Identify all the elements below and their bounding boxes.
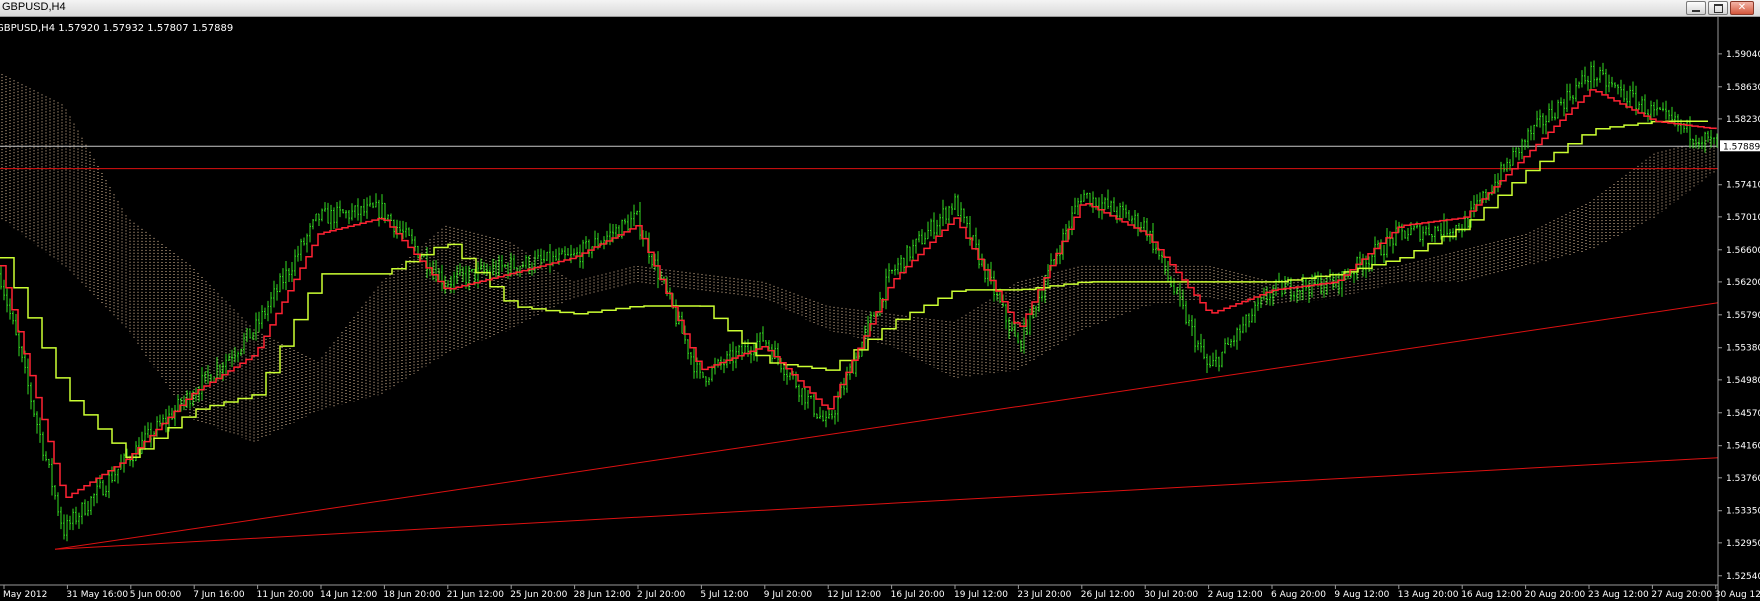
minimize-button[interactable] xyxy=(1686,1,1706,15)
window-titlebar[interactable]: GBPUSD,H4 ✕ xyxy=(0,0,1760,17)
time-tick-label: 11 Jun 20:00 xyxy=(257,590,314,600)
price-tick-label: 1.54570 xyxy=(1726,409,1760,419)
chart-header-text: GBPUSD,H4 1.57920 1.57932 1.57807 1.5788… xyxy=(0,23,233,34)
time-tick-label: 26 Jul 12:00 xyxy=(1081,590,1135,600)
time-tick-label: 18 Jun 20:00 xyxy=(383,590,440,600)
time-tick-label: 19 Jul 12:00 xyxy=(954,590,1008,600)
price-tick-label: 1.56200 xyxy=(1726,278,1760,288)
time-tick-label: 23 Aug 12:00 xyxy=(1588,590,1649,600)
price-tick-label: 1.54980 xyxy=(1726,376,1760,386)
time-tick-label: 20 Aug 20:00 xyxy=(1525,590,1586,600)
restore-button[interactable] xyxy=(1708,1,1728,15)
time-tick-label: 6 Aug 20:00 xyxy=(1271,590,1326,600)
price-tick-label: 1.55790 xyxy=(1726,311,1760,321)
close-icon: ✕ xyxy=(1737,2,1747,13)
price-tick-label: 1.58230 xyxy=(1726,115,1760,125)
time-tick-label: 2 Aug 12:00 xyxy=(1208,590,1263,600)
time-tick-label: 27 Aug 20:00 xyxy=(1651,590,1712,600)
time-tick-label: 2 Jul 20:00 xyxy=(637,590,686,600)
time-tick-label: 9 Aug 12:00 xyxy=(1334,590,1389,600)
price-tick-label: 1.58630 xyxy=(1726,83,1760,93)
time-tick-label: 30 Jul 20:00 xyxy=(1144,590,1198,600)
price-tick-label: 1.56600 xyxy=(1726,246,1760,256)
time-tick-label: 31 May 16:00 xyxy=(66,590,128,600)
price-tick-label: 1.59040 xyxy=(1726,50,1760,60)
time-tick-label: 21 Jun 12:00 xyxy=(447,590,504,600)
time-tick-label: 30 Aug 12:00 xyxy=(1715,590,1760,600)
time-tick-label: 16 Aug 12:00 xyxy=(1461,590,1522,600)
price-tick-label: 1.57010 xyxy=(1726,213,1760,223)
price-tick-label: 1.52540 xyxy=(1726,572,1760,582)
price-tick-label: 1.53760 xyxy=(1726,474,1760,484)
price-tick-label: 1.57410 xyxy=(1726,181,1760,191)
current-price-label: 1.57889 xyxy=(1723,142,1760,152)
window-controls: ✕ xyxy=(1686,1,1754,15)
time-tick-label: 16 Jul 20:00 xyxy=(891,590,945,600)
time-tick-label: 9 Jul 20:00 xyxy=(764,590,813,600)
price-chart[interactable]: 1.59040 1.58630 1.58230 1.57410 1.57010 1.566… xyxy=(0,17,1760,601)
restore-icon xyxy=(1713,3,1723,13)
price-tick-label: 1.53350 xyxy=(1726,507,1760,517)
time-tick-label: 25 Jun 20:00 xyxy=(510,590,567,600)
time-tick-label: 23 Jul 20:00 xyxy=(1017,590,1071,600)
time-tick-label: 28 Jun 12:00 xyxy=(574,590,631,600)
price-tick-label: 1.52950 xyxy=(1726,539,1760,549)
time-tick-label: 7 Jun 16:00 xyxy=(193,590,245,600)
time-tick-label: 13 Aug 20:00 xyxy=(1398,590,1459,600)
minimize-icon xyxy=(1692,10,1700,12)
time-tick-label: 14 Jun 12:00 xyxy=(320,590,377,600)
time-tick-label: 12 Jul 12:00 xyxy=(827,590,881,600)
time-tick-label: May 2012 xyxy=(3,590,47,600)
window-title: GBPUSD,H4 xyxy=(2,1,66,13)
price-tick-label: 1.55380 xyxy=(1726,344,1760,354)
time-tick-label: 5 Jun 00:00 xyxy=(130,590,182,600)
time-tick-label: 5 Jul 12:00 xyxy=(700,590,749,600)
price-tick-label: 1.54160 xyxy=(1726,442,1760,452)
close-button[interactable]: ✕ xyxy=(1730,1,1754,15)
